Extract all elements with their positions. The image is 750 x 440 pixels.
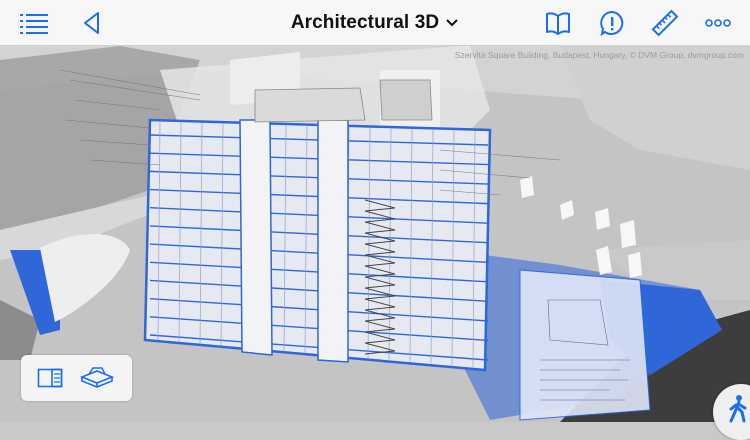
ellipsis-icon [705, 18, 731, 27]
hamburger-list-icon [20, 13, 48, 34]
measure-button[interactable] [648, 0, 682, 45]
view-mode-panel [21, 355, 132, 401]
book-button[interactable] [542, 0, 574, 45]
ruler-icon [651, 9, 679, 36]
model-credit: Szervita Square Building, Budapest, Hung… [454, 50, 744, 60]
top-toolbar: Architectural 3D [0, 0, 750, 46]
sheet-view-button[interactable] [37, 368, 63, 388]
more-button[interactable] [702, 0, 734, 45]
open-book-icon [546, 11, 570, 35]
menu-button[interactable] [14, 0, 54, 45]
sheet-view-icon [37, 368, 63, 388]
back-chevron-icon [84, 11, 99, 34]
3d-view-button[interactable] [78, 365, 116, 391]
view-title: Architectural 3D [290, 11, 440, 33]
exclamation-bubble-icon [600, 10, 624, 36]
issue-button[interactable] [596, 0, 628, 45]
chevron-down-icon [446, 18, 458, 26]
back-button[interactable] [76, 0, 106, 45]
3d-box-icon [80, 367, 115, 388]
pedestrian-walk-icon [729, 395, 747, 423]
view-title-dropdown[interactable]: Architectural 3D [291, 12, 459, 34]
